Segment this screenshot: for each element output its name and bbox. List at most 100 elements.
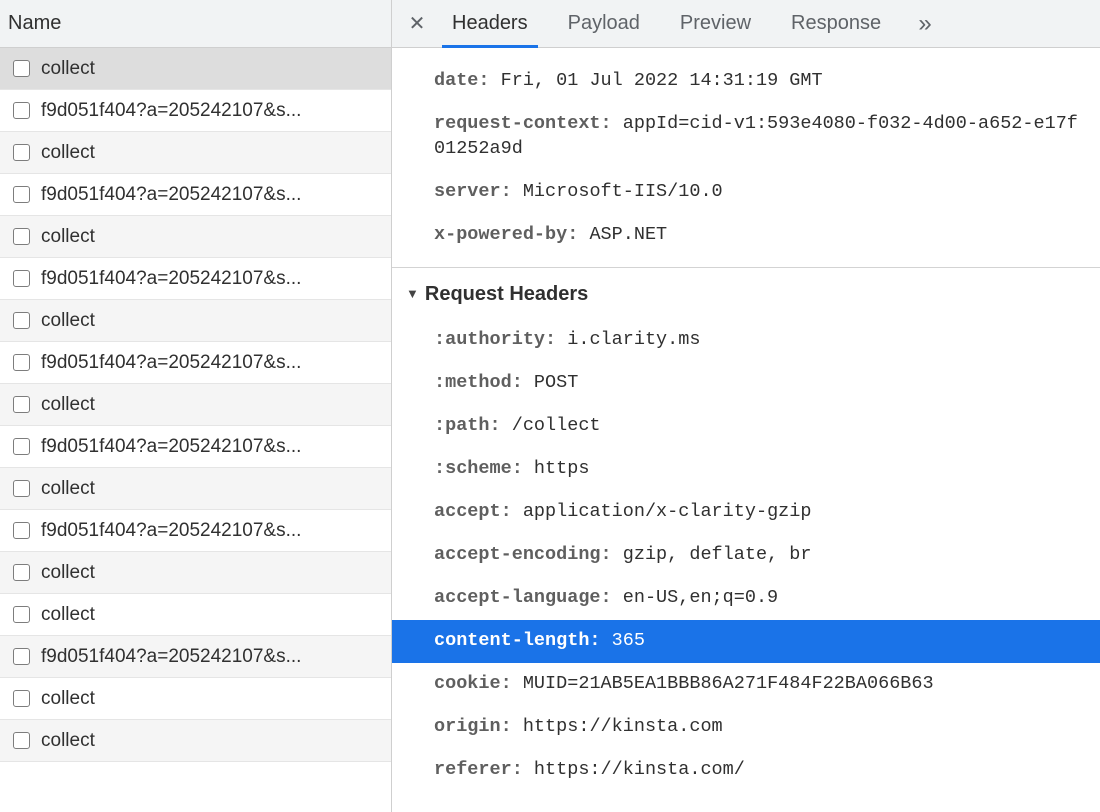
header-row[interactable]: origin: https://kinsta.com (392, 706, 1100, 749)
request-row[interactable]: collect (0, 678, 391, 720)
request-row[interactable]: collect (0, 720, 391, 762)
column-name-label: Name (8, 12, 61, 35)
header-value: 365 (612, 630, 645, 651)
tab-response[interactable]: Response (771, 0, 901, 47)
header-row[interactable]: date: Fri, 01 Jul 2022 14:31:19 GMT (392, 60, 1100, 103)
request-name-label: collect (41, 730, 383, 752)
request-headers-title: Request Headers (425, 281, 588, 308)
header-key: x-powered-by: (434, 224, 589, 245)
request-row[interactable]: f9d051f404?a=205242107&s... (0, 174, 391, 216)
header-value: POST (534, 372, 578, 393)
tab-preview[interactable]: Preview (660, 0, 771, 47)
row-checkbox[interactable] (13, 438, 30, 455)
row-checkbox[interactable] (13, 354, 30, 371)
row-checkbox[interactable] (13, 732, 30, 749)
header-row[interactable]: server: Microsoft-IIS/10.0 (392, 171, 1100, 214)
header-value: https (534, 458, 590, 479)
row-checkbox[interactable] (13, 186, 30, 203)
request-row[interactable]: f9d051f404?a=205242107&s... (0, 258, 391, 300)
close-icon[interactable]: ✕ (402, 0, 432, 47)
row-checkbox[interactable] (13, 144, 30, 161)
request-name-label: collect (41, 394, 383, 416)
request-row[interactable]: collect (0, 48, 391, 90)
more-tabs-icon[interactable]: » (901, 0, 947, 47)
row-checkbox[interactable] (13, 60, 30, 77)
request-row[interactable]: collect (0, 552, 391, 594)
devtools-network-panel: Name collectf9d051f404?a=205242107&s...c… (0, 0, 1100, 812)
header-key: accept-encoding: (434, 544, 623, 565)
header-value: https://kinsta.com/ (534, 759, 745, 780)
header-key: referer: (434, 759, 534, 780)
request-list-panel: Name collectf9d051f404?a=205242107&s...c… (0, 0, 392, 812)
request-row[interactable]: f9d051f404?a=205242107&s... (0, 90, 391, 132)
tab-headers[interactable]: Headers (432, 0, 548, 47)
header-key: request-context: (434, 113, 623, 134)
header-key: accept-language: (434, 587, 623, 608)
header-row[interactable]: accept: application/x-clarity-gzip (392, 491, 1100, 534)
row-checkbox[interactable] (13, 228, 30, 245)
request-row[interactable]: f9d051f404?a=205242107&s... (0, 342, 391, 384)
header-row[interactable]: :authority: i.clarity.ms (392, 319, 1100, 362)
request-name-label: collect (41, 562, 383, 584)
request-headers-section-toggle[interactable]: ▼ Request Headers (392, 268, 1100, 317)
header-row[interactable]: :path: /collect (392, 405, 1100, 448)
header-row[interactable]: content-length: 365 (392, 620, 1100, 663)
row-checkbox[interactable] (13, 312, 30, 329)
header-key: accept: (434, 501, 523, 522)
header-row[interactable]: :scheme: https (392, 448, 1100, 491)
row-checkbox[interactable] (13, 690, 30, 707)
row-checkbox[interactable] (13, 522, 30, 539)
header-value: en-US,en;q=0.9 (623, 587, 778, 608)
header-value: Fri, 01 Jul 2022 14:31:19 GMT (501, 70, 823, 91)
row-checkbox[interactable] (13, 102, 30, 119)
request-name-label: f9d051f404?a=205242107&s... (41, 268, 383, 290)
header-value: /collect (512, 415, 601, 436)
detail-tabs: ✕ HeadersPayloadPreviewResponse » (392, 0, 1100, 48)
header-key: server: (434, 181, 523, 202)
tabs-holder: HeadersPayloadPreviewResponse (432, 0, 901, 47)
row-checkbox[interactable] (13, 480, 30, 497)
chevron-double-right-icon: » (918, 10, 929, 38)
row-checkbox[interactable] (13, 606, 30, 623)
header-key: date: (434, 70, 501, 91)
request-name-label: f9d051f404?a=205242107&s... (41, 184, 383, 206)
headers-tab-content: date: Fri, 01 Jul 2022 14:31:19 GMTreque… (392, 48, 1100, 812)
request-name-label: collect (41, 310, 383, 332)
header-key: content-length: (434, 630, 612, 651)
request-row[interactable]: collect (0, 384, 391, 426)
header-row[interactable]: accept-language: en-US,en;q=0.9 (392, 577, 1100, 620)
header-row[interactable]: referer: https://kinsta.com/ (392, 749, 1100, 792)
request-name-label: collect (41, 604, 383, 626)
request-row[interactable]: collect (0, 216, 391, 258)
row-checkbox[interactable] (13, 270, 30, 287)
row-checkbox[interactable] (13, 396, 30, 413)
header-row[interactable]: :method: POST (392, 362, 1100, 405)
row-checkbox[interactable] (13, 648, 30, 665)
header-key: :path: (434, 415, 512, 436)
close-glyph: ✕ (409, 11, 426, 36)
request-row[interactable]: f9d051f404?a=205242107&s... (0, 510, 391, 552)
header-row[interactable]: accept-encoding: gzip, deflate, br (392, 534, 1100, 577)
request-row[interactable]: collect (0, 132, 391, 174)
header-value: Microsoft-IIS/10.0 (523, 181, 723, 202)
request-row[interactable]: collect (0, 300, 391, 342)
disclosure-triangle-down-icon: ▼ (406, 285, 419, 303)
request-row[interactable]: f9d051f404?a=205242107&s... (0, 636, 391, 678)
tab-payload[interactable]: Payload (548, 0, 660, 47)
header-value: gzip, deflate, br (623, 544, 812, 565)
request-list-column-header[interactable]: Name (0, 0, 391, 48)
request-row[interactable]: collect (0, 468, 391, 510)
request-name-label: collect (41, 478, 383, 500)
request-name-label: f9d051f404?a=205242107&s... (41, 352, 383, 374)
header-row[interactable]: cookie: MUID=21AB5EA1BBB86A271F484F22BA0… (392, 663, 1100, 706)
request-name-label: collect (41, 688, 383, 710)
request-row[interactable]: f9d051f404?a=205242107&s... (0, 426, 391, 468)
request-name-label: f9d051f404?a=205242107&s... (41, 646, 383, 668)
header-value: MUID=21AB5EA1BBB86A271F484F22BA066B63 (523, 673, 934, 694)
header-row[interactable]: request-context: appId=cid-v1:593e4080-f… (392, 103, 1100, 171)
request-row[interactable]: collect (0, 594, 391, 636)
row-checkbox[interactable] (13, 564, 30, 581)
header-row[interactable]: x-powered-by: ASP.NET (392, 214, 1100, 257)
request-name-label: collect (41, 58, 383, 80)
header-value: application/x-clarity-gzip (523, 501, 812, 522)
